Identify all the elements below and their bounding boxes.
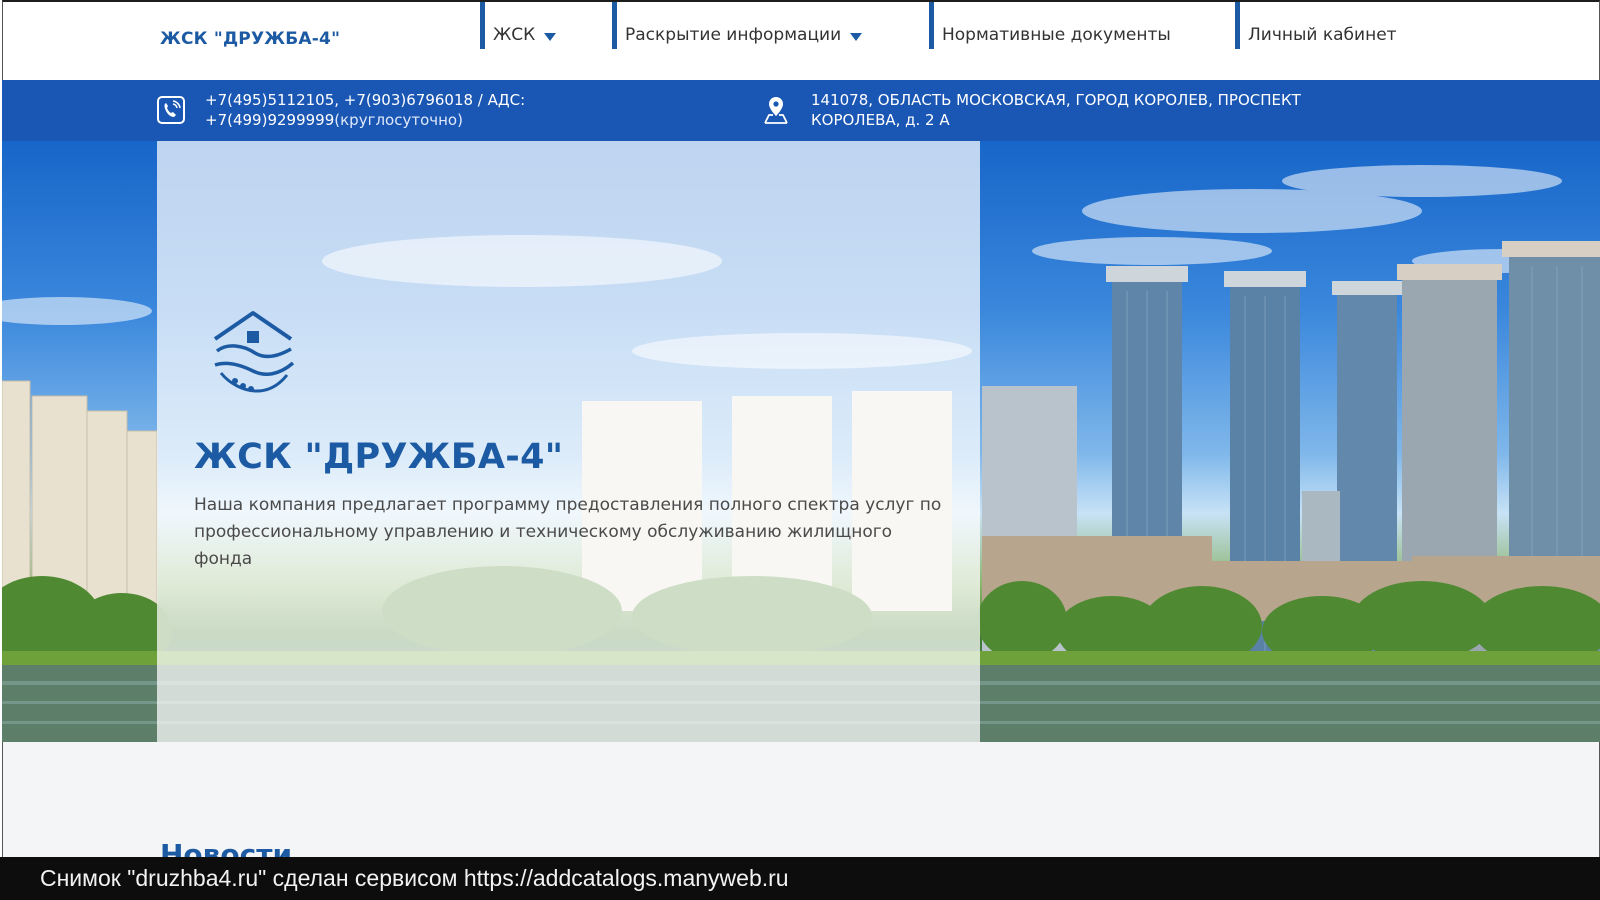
nav-item-label: Раскрытие информации: [625, 25, 842, 45]
hero-banner: ЖСК "ДРУЖБА-4" Наша компания предлагает …: [2, 141, 1600, 742]
left-buildings: [2, 380, 158, 607]
location-pin-icon: [764, 97, 788, 124]
phone-numbers: +7(495)5112105, +7(903)6796018 / АДС: +7…: [205, 90, 525, 130]
dispatch-phone[interactable]: +7(499)9299999: [205, 111, 334, 129]
screenshot-caption: Снимок "druzhba4.ru" сделан сервисом htt…: [0, 857, 1600, 900]
hero-description: Наша компания предлагает программу предо…: [194, 495, 942, 569]
nav-item-personal-account[interactable]: Личный кабинет: [1235, 2, 1397, 49]
main-nav: ЖСК Раскрытие информации Нормативные док…: [3, 2, 1599, 82]
nav-item-label: Нормативные документы: [942, 25, 1171, 45]
news-section: Новости: [2, 742, 1600, 871]
caret-down-icon: [544, 33, 557, 41]
address: 141078, ОБЛАСТЬ МОСКОВСКАЯ, ГОРОД КОРОЛЕ…: [811, 90, 1301, 130]
contact-bar: +7(495)5112105, +7(903)6796018 / АДС: +7…: [2, 80, 1600, 141]
phone-icon: [157, 96, 185, 124]
address-line: 141078, ОБЛАСТЬ МОСКОВСКАЯ, ГОРОД КОРОЛЕ…: [811, 91, 1301, 109]
address-line: КОРОЛЕВА, д. 2 А: [811, 111, 950, 129]
caret-down-icon: [850, 33, 863, 41]
nav-item-disclosure[interactable]: Раскрытие информации: [612, 2, 863, 49]
nav-item-zhsk[interactable]: ЖСК: [480, 2, 557, 49]
nav-item-label: Личный кабинет: [1248, 25, 1397, 45]
hero-title: ЖСК "ДРУЖБА-4": [194, 437, 564, 477]
site-header: ЖСК "ДРУЖБА-4" ЖСК Раскрытие информации …: [2, 0, 1600, 80]
dispatch-note: (круглосуточно): [334, 111, 463, 129]
nav-item-regulations[interactable]: Нормативные документы: [929, 2, 1171, 49]
phone-line: +7(495)5112105, +7(903)6796018 / АДС:: [205, 91, 526, 109]
nav-item-label: ЖСК: [493, 25, 536, 45]
phone-line: +7(499)9299999(круглосуточно): [205, 110, 525, 130]
house-handshake-icon: [213, 311, 295, 393]
